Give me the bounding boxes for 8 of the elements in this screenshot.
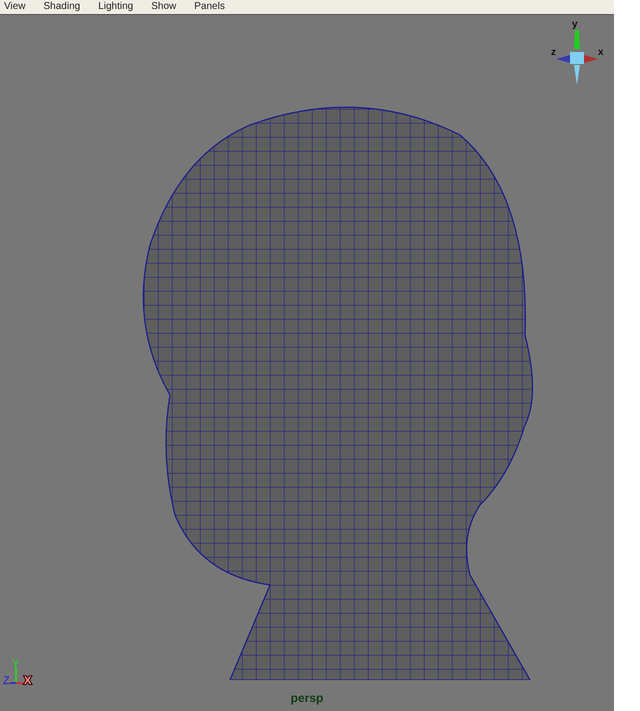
menu-item[interactable]: Lighting — [98, 0, 134, 14]
view-cube-drawing: y z x — [550, 15, 606, 87]
menu-item[interactable]: Panels — [194, 0, 225, 14]
axis-indicator-drawing: Y Z X — [3, 657, 43, 689]
menu-item[interactable]: View — [4, 0, 26, 14]
menu-item[interactable]: Show — [151, 0, 176, 14]
camera-label: persp — [290, 690, 324, 707]
menu-item[interactable]: Shading — [44, 0, 80, 14]
